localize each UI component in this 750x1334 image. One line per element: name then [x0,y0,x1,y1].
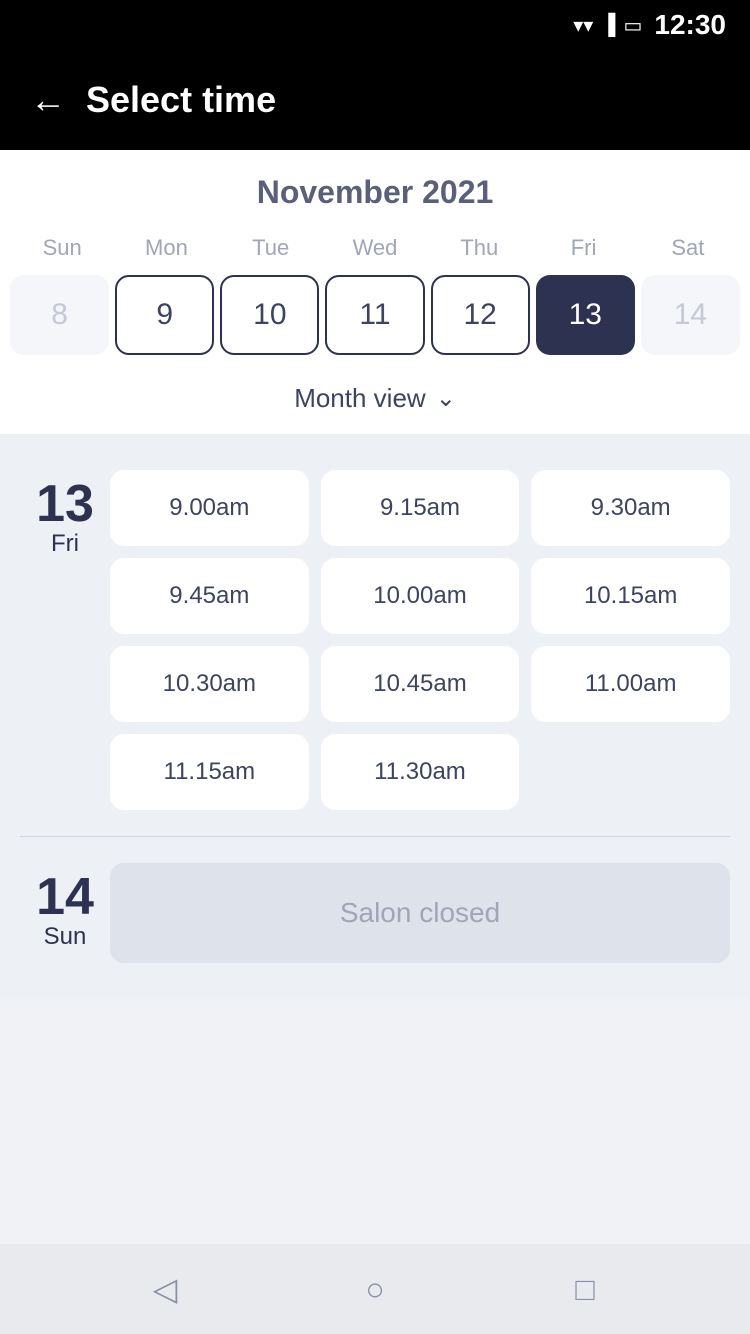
time-slots-section: 13 Fri 9.00am 9.15am 9.30am 9.45am 10.00… [0,434,750,999]
status-icons: ▾▾ ▐ ▭ [573,13,642,38]
slot-915am[interactable]: 9.15am [321,470,520,546]
day-number-14: 14 [36,871,94,923]
month-view-toggle[interactable]: Month view ⌄ [0,371,750,434]
weekday-wed: Wed [323,229,427,267]
day-number-13: 13 [36,478,94,530]
status-time: 12:30 [654,9,726,41]
slot-1115am[interactable]: 11.15am [110,734,309,810]
month-view-label: Month view [294,383,426,414]
day-10[interactable]: 10 [220,275,319,355]
nav-home-icon[interactable]: ○ [350,1264,400,1314]
day-9[interactable]: 9 [115,275,214,355]
slot-1100am[interactable]: 11.00am [531,646,730,722]
day-14[interactable]: 14 [641,275,740,355]
nav-back-icon[interactable]: ◁ [140,1264,190,1314]
day-label-14: 14 Sun [20,863,110,963]
day-block-14: 14 Sun Salon closed [0,847,750,979]
status-bar: ▾▾ ▐ ▭ 12:30 [0,0,750,50]
back-button[interactable]: ← [30,82,66,118]
slot-1015am[interactable]: 10.15am [531,558,730,634]
days-row: 8 9 10 11 12 13 14 [0,267,750,371]
weekday-sun: Sun [10,229,114,267]
day-block-13: 13 Fri 9.00am 9.15am 9.30am 9.45am 10.00… [0,454,750,826]
salon-closed-label: Salon closed [110,863,730,963]
slot-930am[interactable]: 9.30am [531,470,730,546]
weekday-sat: Sat [636,229,740,267]
weekday-mon: Mon [114,229,218,267]
page-title: Select time [86,79,276,121]
slot-1130am[interactable]: 11.30am [321,734,520,810]
day-label-13: 13 Fri [20,470,110,810]
weekday-fri: Fri [531,229,635,267]
chevron-down-icon: ⌄ [436,384,456,413]
slot-945am[interactable]: 9.45am [110,558,309,634]
slot-1045am[interactable]: 10.45am [321,646,520,722]
battery-icon: ▭ [623,13,642,38]
nav-recents-icon[interactable]: □ [560,1264,610,1314]
day-8[interactable]: 8 [10,275,109,355]
weekdays-row: Sun Mon Tue Wed Thu Fri Sat [0,229,750,267]
weekday-tue: Tue [219,229,323,267]
day-name-13: Fri [51,530,79,558]
signal-icon: ▐ [601,14,615,37]
slot-1000am[interactable]: 10.00am [321,558,520,634]
slot-1030am[interactable]: 10.30am [110,646,309,722]
day-name-14: Sun [44,923,87,951]
weekday-thu: Thu [427,229,531,267]
slots-grid-13: 9.00am 9.15am 9.30am 9.45am 10.00am 10.1… [110,470,730,810]
day-12[interactable]: 12 [431,275,530,355]
bottom-nav: ◁ ○ □ [0,1244,750,1334]
calendar-section: November 2021 Sun Mon Tue Wed Thu Fri Sa… [0,150,750,434]
wifi-icon: ▾▾ [573,13,593,38]
section-divider [20,836,730,837]
app-header: ← Select time [0,50,750,150]
month-title: November 2021 [0,174,750,211]
closed-slots-14: Salon closed [110,863,730,963]
day-11[interactable]: 11 [325,275,424,355]
day-13[interactable]: 13 [536,275,635,355]
slot-900am[interactable]: 9.00am [110,470,309,546]
